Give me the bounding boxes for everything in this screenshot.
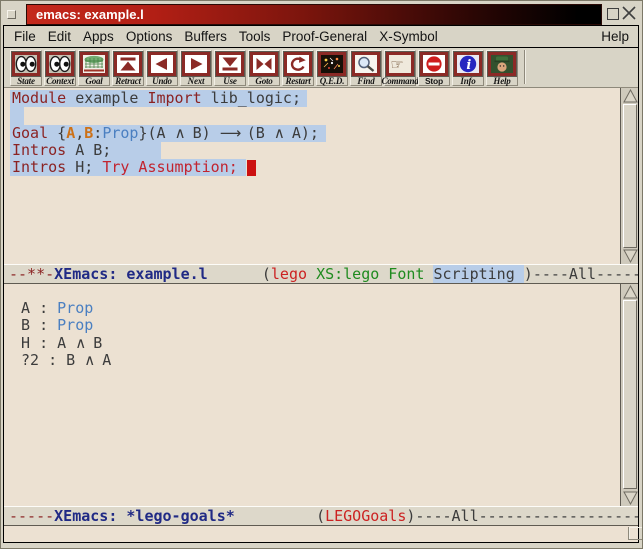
toolbar-button-label: Restart — [285, 76, 310, 86]
toolbar-button-use[interactable]: Use — [214, 50, 246, 86]
toolbar-button-label: Goto — [255, 76, 272, 86]
resize-handle[interactable] — [628, 527, 642, 540]
menu-file[interactable]: File — [12, 29, 38, 44]
goals-line: H : A ∧ B — [4, 335, 620, 352]
script-scrollbar[interactable] — [620, 88, 639, 264]
toolbar-button-label: Undo — [152, 76, 172, 86]
toolbar-button-label: Info — [460, 76, 475, 86]
script-buffer-window[interactable]: Module example Import lib_logic; Goal {A,… — [4, 88, 620, 264]
menubar: File Edit Apps Options Buffers Tools Proof-Gen… — [4, 26, 639, 48]
script-line: Goal {A,B:Prop}(A ∧ B) ⟶ (B ∧ A); — [4, 125, 620, 142]
script-line: Intros H; Try Assumption; — [4, 159, 620, 176]
qed-fireworks-icon — [318, 52, 346, 76]
goals-line: B : Prop — [4, 317, 620, 334]
stop-sign-icon — [420, 52, 448, 76]
menu-apps[interactable]: Apps — [81, 29, 116, 44]
window-titlebar[interactable]: emacs: example.l — [26, 4, 602, 25]
svg-text:i: i — [466, 58, 471, 73]
toolbar-button-label: Help — [493, 76, 510, 86]
next-right-icon — [182, 52, 210, 76]
locked-region-highlight — [10, 107, 24, 124]
toolbar-button-label: Q.E.D. — [320, 76, 345, 86]
toolbar-button-context[interactable]: Context — [44, 50, 76, 86]
script-line: Module example Import lib_logic; — [4, 90, 620, 107]
script-line — [4, 107, 620, 124]
toolbar-button-goto[interactable]: Goto — [248, 50, 280, 86]
help-officer-icon — [488, 52, 516, 76]
menu-buffers[interactable]: Buffers — [182, 29, 229, 44]
script-line: Intros A B; — [4, 142, 620, 159]
goto-bowtie-icon — [250, 52, 278, 76]
toolbar: State Context Goal Retract Undo Next Use Goto Re… — [4, 48, 639, 88]
scroll-up-icon[interactable] — [623, 285, 638, 299]
restart-cycle-icon — [284, 52, 312, 76]
scroll-down-icon[interactable] — [623, 249, 638, 263]
menu-edit[interactable]: Edit — [46, 29, 73, 44]
undo-left-icon — [148, 52, 176, 76]
menu-help[interactable]: Help — [599, 29, 631, 44]
toolbar-button-find[interactable]: Find — [350, 50, 382, 86]
goal-net-icon — [80, 52, 108, 76]
toolbar-button-goal[interactable]: Goal — [78, 50, 110, 86]
maximize-button[interactable] — [607, 8, 619, 20]
toolbar-button-restart[interactable]: Restart — [282, 50, 314, 86]
toolbar-button-label: Command — [381, 76, 418, 86]
find-magnifier-icon — [352, 52, 380, 76]
minibuffer[interactable] — [4, 526, 639, 543]
toolbar-button-retract[interactable]: Retract — [112, 50, 144, 86]
goals-buffer-window[interactable]: A : Prop B : Prop H : A ∧ B ?2 : B ∧ A — [4, 284, 620, 506]
toolbar-button-label: Context — [46, 76, 74, 86]
toolbar-button-label: Use — [223, 76, 236, 86]
toolbar-button-info[interactable]: i Info — [452, 50, 484, 86]
goals-line: A : Prop — [4, 300, 620, 317]
scrollbar-thumb[interactable] — [623, 104, 637, 248]
modeline-script-buffer[interactable]: --**-XEmacs: example.l (lego XS:lego Fon… — [4, 264, 639, 284]
xemacs-window: emacs: example.l File Edit Apps Options Buff… — [0, 0, 643, 549]
modeline-goals-buffer[interactable]: -----XEmacs: *lego-goals* (LEGOGoals)---… — [4, 506, 639, 526]
scroll-down-icon[interactable] — [623, 491, 638, 505]
menu-tools[interactable]: Tools — [237, 29, 273, 44]
toolbar-button-command[interactable]: ☞ Command — [384, 50, 416, 86]
menu-x-symbol[interactable]: X-Symbol — [377, 29, 440, 44]
scroll-up-icon[interactable] — [623, 89, 638, 103]
close-button[interactable] — [621, 5, 637, 21]
eyes-icon — [46, 52, 74, 76]
toolbar-button-label: State — [17, 76, 35, 86]
toolbar-button-next[interactable]: Next — [180, 50, 212, 86]
window-menu-icon[interactable] — [7, 10, 16, 19]
scrollbar-thumb[interactable] — [623, 300, 637, 489]
toolbar-button-label: Stop — [425, 76, 443, 86]
toolbar-button-stop[interactable]: Stop — [418, 50, 450, 86]
toolbar-button-label: Retract — [115, 76, 141, 86]
text-cursor — [247, 160, 256, 176]
menu-options[interactable]: Options — [124, 29, 175, 44]
toolbar-button-undo[interactable]: Undo — [146, 50, 178, 86]
window-title: emacs: example.l — [36, 7, 144, 22]
toolbar-button-state[interactable]: State — [10, 50, 42, 86]
close-icon — [621, 5, 637, 21]
toolbar-button-label: Find — [357, 76, 374, 86]
goals-line: ?2 : B ∧ A — [4, 352, 620, 369]
use-bottom-icon — [216, 52, 244, 76]
goals-scrollbar[interactable] — [620, 284, 639, 506]
info-circle-icon: i — [454, 52, 482, 76]
toolbar-separator — [524, 50, 526, 84]
toolbar-button-label: Next — [188, 76, 205, 86]
toolbar-button-q-e-d[interactable]: Q.E.D. — [316, 50, 348, 86]
menu-proof-general[interactable]: Proof-General — [280, 29, 369, 44]
eyes-icon — [12, 52, 40, 76]
toolbar-button-label: Goal — [85, 76, 102, 86]
retract-top-icon — [114, 52, 142, 76]
toolbar-button-help[interactable]: Help — [486, 50, 518, 86]
command-hand-icon: ☞ — [386, 52, 414, 76]
svg-text:☞: ☞ — [391, 56, 404, 74]
